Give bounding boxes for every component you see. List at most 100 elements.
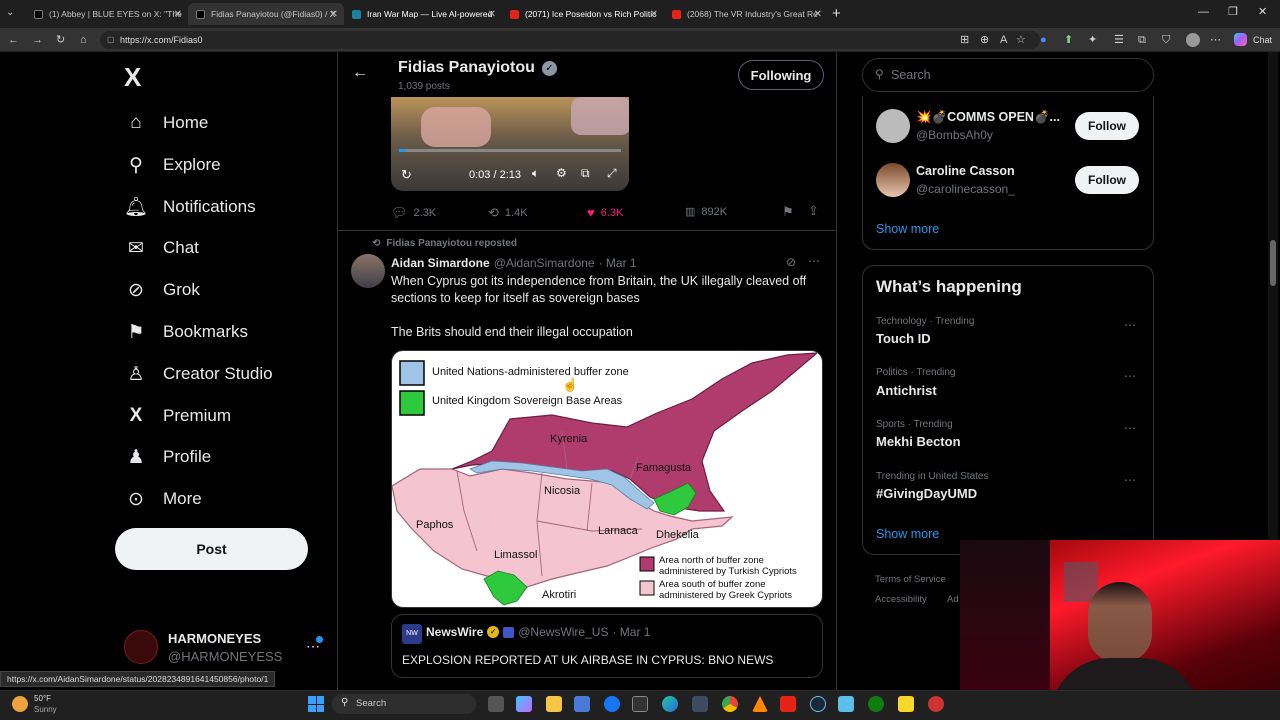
footer-accessibility-link[interactable]: Accessibility — [875, 594, 927, 605]
refresh-icon[interactable]: ↻ — [56, 33, 65, 47]
gear-icon[interactable]: ⚙ — [556, 166, 567, 180]
close-icon[interactable]: ✕ — [814, 9, 822, 20]
extension-icon[interactable]: ⬆ — [1064, 33, 1073, 47]
browser-tab[interactable]: (2071) Ice Poseidon vs Rich Politic ✕ — [502, 3, 664, 25]
nav-creator-studio[interactable]: ♙ Creator Studio — [124, 359, 272, 389]
search-box[interactable]: ⚲ Search — [862, 58, 1154, 92]
close-icon[interactable]: ✕ — [488, 9, 496, 20]
follow-button[interactable]: Follow — [1075, 112, 1139, 140]
copilot-app-icon[interactable] — [516, 696, 532, 712]
footer-ads-link[interactable]: Ad — [947, 594, 959, 605]
close-icon[interactable]: ✕ — [650, 9, 658, 20]
avatar[interactable] — [876, 163, 910, 197]
xbox-icon[interactable] — [868, 696, 884, 712]
close-window-icon[interactable]: ✕ — [1258, 5, 1267, 18]
address-bar[interactable]: ▢ https://x.com/Fidias0 — [100, 31, 1040, 49]
close-icon[interactable]: ✕ — [174, 9, 182, 20]
app-icon[interactable] — [928, 696, 944, 712]
new-tab-button[interactable]: + — [832, 5, 841, 22]
video-progress-track[interactable] — [399, 149, 621, 152]
account-switcher[interactable]: HARMONEYES @HARMONEYESS ⋯ — [124, 628, 324, 668]
post-date[interactable]: · Mar 1 — [599, 256, 637, 270]
follow-button[interactable]: Follow — [1075, 166, 1139, 194]
zoom-icon[interactable]: ⊕ — [980, 33, 989, 47]
task-view-icon[interactable] — [488, 696, 504, 712]
pip-icon[interactable]: ⧉ — [581, 166, 590, 181]
back-arrow-icon[interactable]: ← — [8, 33, 19, 47]
copilot-chat-label[interactable]: Chat — [1253, 35, 1272, 45]
more-dots-icon[interactable]: ⋯ — [1124, 369, 1137, 383]
nav-grok[interactable]: ⊘ Grok — [124, 275, 200, 305]
favorites-icon[interactable]: ☰ — [1114, 33, 1124, 47]
close-icon[interactable]: ✕ — [330, 9, 338, 20]
share-icon[interactable]: ⇪ — [808, 203, 819, 219]
nav-notifications[interactable]: 🔔︎ Notifications — [124, 192, 256, 222]
post-handle[interactable]: @AidanSimardone — [494, 256, 595, 270]
edge-icon[interactable] — [662, 696, 678, 712]
more-dots-icon[interactable]: ⋯ — [808, 254, 820, 268]
nav-home[interactable]: ⌂ Home — [124, 108, 208, 138]
post-image-map[interactable]: United Nations-administered buffer zone … — [391, 350, 823, 608]
calculator-icon[interactable] — [692, 696, 708, 712]
extensions-puzzle-icon[interactable]: ✦ — [1088, 33, 1097, 47]
browser-tab[interactable]: Iran War Map — Live AI-powered ✕ — [344, 3, 502, 25]
more-dots-icon[interactable]: ⋯ — [1124, 318, 1137, 332]
minimize-icon[interactable]: — — [1198, 6, 1209, 18]
nav-explore[interactable]: ⚲ Explore — [124, 150, 221, 180]
app-icon[interactable] — [838, 696, 854, 712]
restore-icon[interactable]: ❐ — [1228, 5, 1238, 18]
tab-list-icon[interactable]: ⌄ — [6, 7, 14, 18]
replay-icon[interactable]: ↻ — [401, 167, 412, 183]
x-logo[interactable]: X — [124, 62, 141, 93]
like-action[interactable]: ♥ 6.3K — [587, 205, 623, 220]
read-aloud-icon[interactable]: A — [1000, 33, 1007, 47]
settings-more-icon[interactable]: ⋯ — [1210, 33, 1221, 47]
trend-name[interactable]: #GivingDayUMD — [876, 486, 977, 501]
nav-premium[interactable]: X Premium — [124, 401, 231, 431]
youtube-app-icon[interactable] — [780, 696, 796, 712]
back-arrow-icon[interactable]: ← — [352, 64, 368, 82]
collections-icon[interactable]: ⧉ — [1138, 33, 1146, 47]
volume-icon[interactable]: 🔈︎ — [532, 166, 539, 181]
post-button[interactable]: Post — [115, 528, 308, 570]
quoted-post[interactable]: NW NewsWire ✓ @NewsWire_US · Mar 1 EXPLO… — [391, 614, 823, 678]
favorite-star-icon[interactable]: ☆ — [1016, 33, 1026, 47]
home-browser-icon[interactable]: ⌂ — [80, 33, 87, 47]
show-more-link[interactable]: Show more — [876, 527, 939, 541]
weather-widget[interactable]: 50°F Sunny — [12, 694, 72, 716]
more-dots-icon[interactable]: ⋯ — [1124, 473, 1137, 487]
steam-icon[interactable] — [810, 696, 826, 712]
nav-chat[interactable]: ✉ Chat — [124, 233, 199, 263]
avatar[interactable] — [351, 254, 385, 288]
start-button[interactable] — [308, 696, 324, 712]
browser-tab[interactable]: Fidias Panayiotou (@Fidias0) / X ✕ — [188, 3, 344, 25]
browser-tab[interactable]: (2068) The VR Industry's Great Re ✕ — [664, 3, 828, 25]
suggestion-name[interactable]: Caroline Casson — [916, 164, 1015, 178]
show-more-link[interactable]: Show more — [876, 222, 939, 236]
store-icon[interactable] — [574, 696, 590, 712]
amazon-app-icon[interactable] — [632, 696, 648, 712]
forward-arrow-icon[interactable]: → — [32, 33, 43, 47]
install-app-icon[interactable]: ⊞ — [960, 33, 969, 47]
file-explorer-icon[interactable] — [546, 696, 562, 712]
scrollbar-thumb[interactable] — [1270, 240, 1276, 286]
suggestion-name[interactable]: 💥💣COMMS OPEN💣... — [916, 110, 1060, 125]
nav-profile[interactable]: ♟ Profile — [124, 442, 211, 472]
trend-name[interactable]: Touch ID — [876, 331, 931, 346]
footer-terms-link[interactable]: Terms of Service — [875, 574, 946, 585]
shield-icon[interactable]: ⛉ — [1162, 33, 1170, 47]
trend-name[interactable]: Antichrist — [876, 383, 937, 398]
repost-action[interactable]: ⟲ 1.4K — [488, 205, 528, 221]
fullscreen-icon[interactable]: ⤢ — [607, 166, 617, 181]
bookmark-icon[interactable]: ⚑ — [782, 204, 794, 220]
views-action[interactable]: ▥ 892K — [685, 205, 727, 219]
trend-name[interactable]: Mekhi Becton — [876, 434, 961, 449]
copilot-icon[interactable] — [1234, 33, 1247, 46]
extension-icon[interactable]: ● — [1040, 33, 1047, 47]
grok-post-icon[interactable]: ⊘ — [786, 255, 796, 269]
post-author[interactable]: Aidan Simardone — [391, 256, 490, 270]
nav-bookmarks[interactable]: ⚑ Bookmarks — [124, 317, 248, 347]
avatar[interactable] — [876, 109, 910, 143]
more-dots-icon[interactable]: ⋯ — [1124, 421, 1137, 435]
following-button[interactable]: Following — [738, 60, 824, 90]
